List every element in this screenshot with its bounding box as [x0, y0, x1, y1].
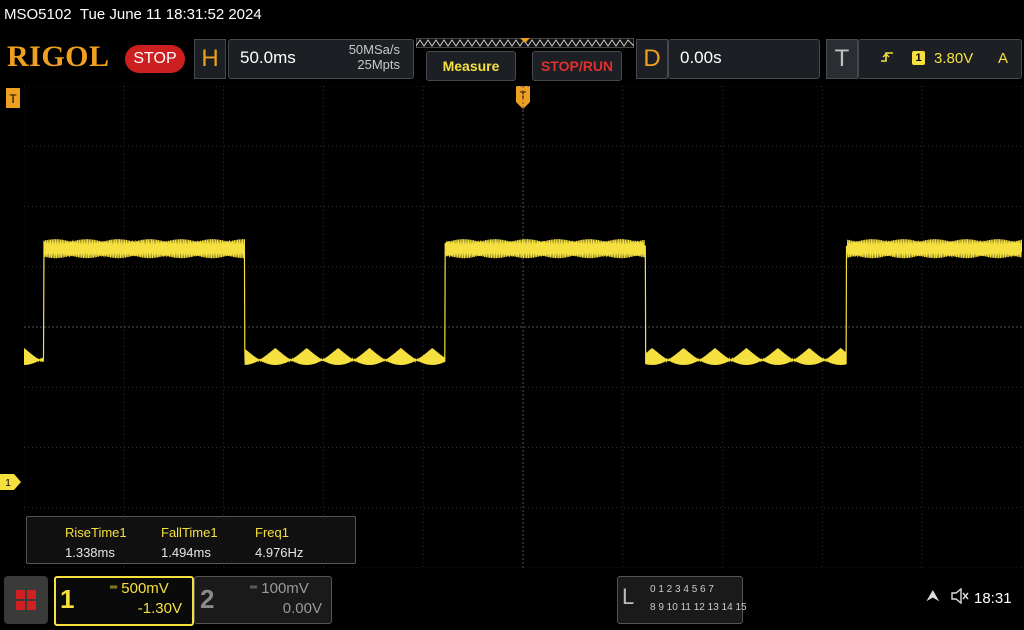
- main-menu-button[interactable]: [4, 576, 48, 624]
- rising-edge-icon: [880, 50, 894, 67]
- timebase-value: 50.0ms: [240, 48, 296, 67]
- memory-overview-strip: [416, 38, 634, 48]
- measurement-value: 4.976Hz: [255, 545, 304, 560]
- speaker-muted-icon[interactable]: [950, 587, 970, 609]
- usb-icon: ⮝: [926, 588, 940, 605]
- measure-button[interactable]: Measure: [426, 51, 516, 81]
- ch2-scale-value: 100mV: [261, 580, 309, 597]
- trigger-source-badge: 1: [912, 51, 925, 65]
- delay-value: 0.00s: [680, 48, 722, 67]
- measurement-name: FallTime1: [161, 525, 218, 540]
- ch1-scale: ═ 500mV: [110, 580, 169, 597]
- clock: 18:31: [974, 590, 1012, 607]
- ch2-scale: ═ 100mV: [250, 580, 309, 597]
- graticule-grid: [24, 86, 1022, 568]
- trigger-level-marker[interactable]: T: [6, 88, 22, 115]
- ch1-ground-marker[interactable]: 1: [0, 474, 22, 495]
- logic-channels-row1: 0 1 2 3 4 5 6 7: [650, 584, 714, 595]
- waveform-display[interactable]: [24, 86, 1022, 568]
- measurement-value: 1.494ms: [161, 545, 211, 560]
- ch2-offset: 0.00V: [282, 600, 322, 617]
- dc-coupling-icon: ═: [110, 582, 118, 593]
- measurement-name: Freq1: [255, 525, 289, 540]
- measurement-value: 1.338ms: [65, 545, 115, 560]
- grid-menu-icon: [16, 590, 36, 610]
- ch1-number: 1: [60, 584, 75, 614]
- delay-letter[interactable]: D: [636, 39, 668, 79]
- title-bar: MSO5102 Tue June 11 18:31:52 2024: [4, 6, 262, 23]
- datetime: Tue June 11 18:31:52 2024: [79, 6, 262, 23]
- dc-coupling-icon: ═: [250, 582, 258, 593]
- memory-depth: 25Mpts: [357, 57, 400, 72]
- horizontal-letter[interactable]: H: [194, 39, 226, 79]
- rigol-logo: RIGOL: [7, 40, 110, 73]
- stop-run-button[interactable]: STOP/RUN: [532, 51, 622, 81]
- trigger-letter[interactable]: T: [826, 39, 858, 79]
- logic-channels-row2: 8 9 10 11 12 13 14 15: [650, 602, 747, 613]
- sample-rate-info: 50MSa/s 25Mpts: [300, 42, 400, 72]
- ch1-scale-value: 500mV: [121, 580, 169, 597]
- ch1-ground-marker-label: 1: [5, 478, 11, 489]
- ch1-offset: -1.30V: [137, 600, 182, 617]
- trigger-level: 3.80V: [934, 50, 974, 67]
- sample-rate: 50MSa/s: [348, 42, 400, 57]
- measurement-panel[interactable]: RiseTime1 1.338ms FallTime1 1.494ms Freq…: [26, 516, 356, 564]
- measurement-name: RiseTime1: [65, 525, 127, 540]
- ch2-number: 2: [200, 584, 215, 614]
- model-name: MSO5102: [4, 6, 72, 23]
- logic-letter: L: [622, 584, 635, 609]
- run-state-badge[interactable]: STOP: [125, 45, 185, 73]
- trigger-level-marker-label: T: [9, 92, 17, 106]
- trigger-mode: A: [998, 50, 1009, 67]
